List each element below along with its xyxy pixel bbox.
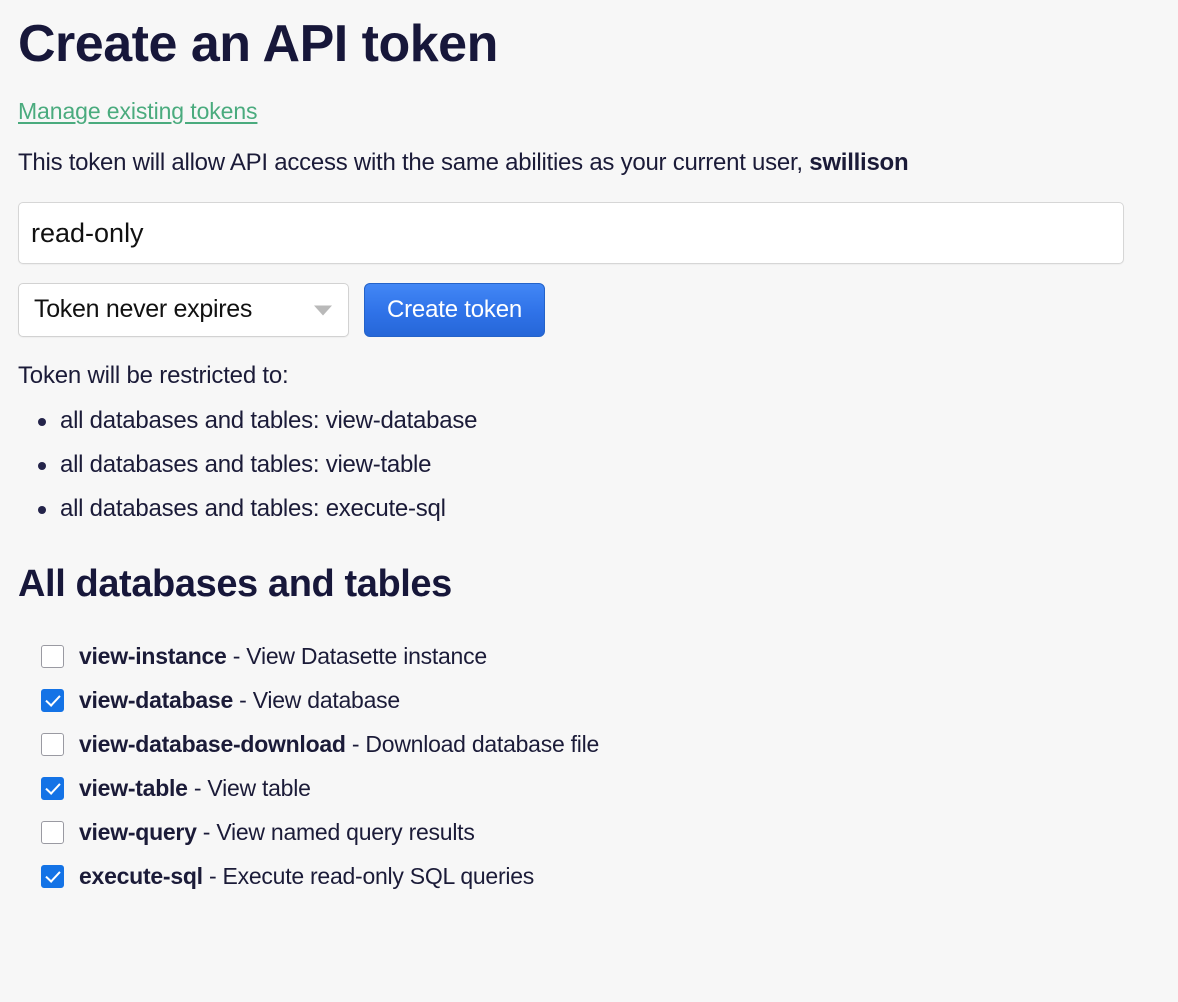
permission-separator: - — [226, 642, 247, 669]
permission-separator: - — [233, 686, 253, 713]
restrictions-label: Token will be restricted to: — [18, 362, 289, 390]
intro-text-prefix: This token will allow API access with th… — [18, 149, 810, 177]
list-item: view-instance - View Datasette instance — [41, 634, 1162, 678]
permission-description: Execute read-only SQL queries — [222, 862, 535, 889]
permission-separator: - — [202, 862, 223, 889]
list-item: execute-sql - Execute read-only SQL quer… — [41, 854, 1162, 898]
expiry-select-wrapper: Token never expires — [18, 283, 349, 338]
checkbox-view-table[interactable] — [41, 776, 64, 800]
manage-existing-tokens-link[interactable]: Manage existing tokens — [18, 98, 258, 124]
token-expiry-select[interactable]: Token never expires — [18, 283, 349, 338]
list-item: all databases and tables: execute-sql — [38, 497, 1162, 521]
permission-name: execute-sql — [79, 862, 203, 889]
list-item: view-table - View table — [41, 766, 1162, 810]
permission-separator: - — [345, 730, 366, 757]
checkbox-execute-sql[interactable] — [41, 864, 64, 888]
token-controls-row: Token never expires Create token — [18, 283, 1162, 338]
permission-name: view-database-download — [79, 730, 346, 757]
token-name-input[interactable] — [18, 202, 1124, 265]
create-token-button[interactable]: Create token — [364, 283, 546, 338]
list-item: view-database - View database — [41, 678, 1162, 722]
checkbox-view-database-download[interactable] — [41, 732, 64, 756]
permission-description: View database — [252, 686, 400, 713]
permission-description: View table — [207, 774, 311, 801]
permission-name: view-query — [79, 818, 197, 845]
permission-separator: - — [187, 774, 208, 801]
list-item: view-database-download - Download databa… — [41, 722, 1162, 766]
permission-name: view-database — [79, 686, 233, 713]
permission-name: view-instance — [79, 642, 227, 669]
checkbox-view-instance[interactable] — [41, 644, 64, 668]
section-title-all-databases: All databases and tables — [18, 563, 452, 606]
manage-tokens-link-container: Manage existing tokens — [18, 98, 1162, 125]
list-item: view-query - View named query results — [41, 810, 1162, 854]
checkbox-view-query[interactable] — [41, 820, 64, 844]
permissions-list: view-instance - View Datasette instance … — [16, 634, 1162, 898]
permission-description: View Datasette instance — [246, 642, 487, 669]
permission-description: View named query results — [216, 818, 475, 845]
permission-description: Download database file — [365, 730, 600, 757]
restrictions-list: all databases and tables: view-database … — [16, 409, 1162, 521]
intro-text: This token will allow API access with th… — [18, 148, 1162, 178]
intro-username: swillison — [809, 149, 909, 177]
checkbox-view-database[interactable] — [41, 688, 64, 712]
list-item: all databases and tables: view-database — [38, 409, 1162, 433]
permission-name: view-table — [79, 774, 188, 801]
list-item: all databases and tables: view-table — [38, 453, 1162, 477]
api-token-page: Create an API token Manage existing toke… — [0, 0, 1178, 898]
permission-separator: - — [196, 818, 217, 845]
page-title: Create an API token — [18, 15, 498, 73]
